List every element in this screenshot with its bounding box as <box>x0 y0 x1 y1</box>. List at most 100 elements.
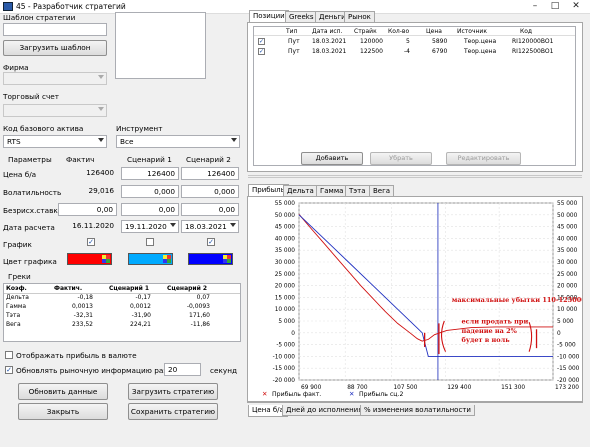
refresh-checkbox[interactable]: ✓ <box>5 366 13 374</box>
y-tick-label: 0 <box>291 331 295 337</box>
col-strike: Страйк <box>354 28 377 35</box>
params-header: Параметры <box>8 155 52 164</box>
table-row: Вега 233,52 224,21 -11,86 <box>4 320 240 329</box>
greeks-table: Коэф. Фактич. Сценарий 1 Сценарий 2 Дель… <box>3 283 241 342</box>
graph-s2-checkbox[interactable]: ✓ <box>207 238 215 246</box>
add-position-button[interactable]: Добавить <box>301 152 363 165</box>
cell-qty: -4 <box>404 48 410 55</box>
instrument-select[interactable]: Все <box>116 135 240 148</box>
maximize-button[interactable]: □ <box>546 0 564 13</box>
show-currency-checkbox[interactable] <box>5 351 13 359</box>
param-label-date: Дата расчета <box>3 223 55 232</box>
position-checkbox[interactable]: ✓ <box>258 48 265 55</box>
base-asset-select[interactable]: RTS <box>3 135 107 148</box>
tab-vol-change[interactable]: % изменения волатильности <box>360 405 475 416</box>
y-tick-label: 20 000 <box>275 284 296 290</box>
date-s1-picker[interactable]: 19.11.2020 <box>121 220 179 233</box>
base-asset-value: RTS <box>7 137 21 146</box>
color-fact-picker[interactable] <box>67 253 112 265</box>
y-tick-label: -20 000 <box>273 378 296 384</box>
table-row[interactable]: ✓ Пут 18.03.2021 122500 -4 6790 Теор.цен… <box>254 47 575 57</box>
tab-greeks[interactable]: Greeks <box>285 11 318 22</box>
cell-strike: 120000 <box>360 38 383 45</box>
chevron-down-icon <box>231 138 237 142</box>
template-label: Шаблон стратегии <box>3 13 76 22</box>
price-s2-input[interactable]: 126400 <box>181 167 239 180</box>
rate-s2-input[interactable]: 0,00 <box>181 203 239 216</box>
y-tick-label-right: -15 000 <box>557 366 580 372</box>
cell-code: RI122500BO1 <box>512 48 554 55</box>
table-row[interactable]: ✓ Пут 18.03.2021 120000 5 5890 Теор.цена… <box>254 37 575 47</box>
account-select[interactable] <box>3 104 107 117</box>
graph-label: График <box>3 240 32 249</box>
greek-s2: -0,0093 <box>186 303 210 310</box>
greek-name: Гамма <box>6 303 27 310</box>
palette-icon <box>223 255 231 263</box>
annotation-text: будет в ноль <box>462 336 511 344</box>
seconds-label: секунд <box>210 366 238 375</box>
firm-select[interactable] <box>3 72 107 85</box>
profit-chart: 55 000 50 000 45 000 40 000 35 000 30 000 25 0… <box>262 201 582 398</box>
tab-market[interactable]: Рынок <box>344 11 375 22</box>
remove-position-button[interactable]: Убрать <box>370 152 432 165</box>
splitter[interactable] <box>248 175 582 178</box>
table-row: Гамма 0,0013 0,0012 -0,0093 <box>4 302 240 311</box>
show-currency-label: Отображать прибыль в валюте <box>16 351 137 360</box>
price-s1-input[interactable]: 126400 <box>121 167 179 180</box>
y-tick-label: 5 000 <box>278 319 295 325</box>
param-label-rate: Безрисх.ставка <box>3 206 63 215</box>
vol-s2-input[interactable]: 0,000 <box>181 185 239 198</box>
save-strategy-button[interactable]: Сохранить стратегию <box>128 403 218 420</box>
legend-label: Прибыль сц.2 <box>359 390 403 398</box>
date-s1-value: 19.11.2020 <box>125 222 167 231</box>
load-strategy-button[interactable]: Загрузить стратегию <box>128 383 218 400</box>
cell-type: Пут <box>288 38 300 45</box>
greek-fact: -0,18 <box>77 294 93 302</box>
tab-vega[interactable]: Вега <box>369 185 395 196</box>
close-window-button[interactable]: ✕ <box>567 0 585 13</box>
tab-delta[interactable]: Дельта <box>283 185 318 196</box>
tab-positions[interactable]: Позиции <box>249 10 289 22</box>
edit-position-button[interactable]: Редактировать <box>446 152 521 165</box>
col-exp-date: Дата исп. <box>312 28 343 35</box>
y-tick-label-right: -5 000 <box>557 343 576 349</box>
col-price: Цена <box>426 28 442 35</box>
tab-days-to-expiry[interactable]: Дней до исполнения <box>282 405 367 416</box>
rate-s1-input[interactable]: 0,00 <box>121 203 179 216</box>
cell-price: 5890 <box>432 38 448 45</box>
bottom-tabs-divider <box>247 402 583 403</box>
y-tick-label: 50 000 <box>275 213 296 219</box>
cell-qty: 5 <box>406 38 410 45</box>
y-tick-label-right: -10 000 <box>557 354 580 360</box>
color-s2-picker[interactable] <box>188 253 233 265</box>
color-s1-picker[interactable] <box>128 253 173 265</box>
y-tick-label-right: -20 000 <box>557 378 580 384</box>
refresh-seconds-input[interactable]: 20 <box>164 363 201 376</box>
date-s2-picker[interactable]: 18.03.2021 <box>181 220 239 233</box>
table-row: Дельта -0,18 -0,17 0,07 <box>4 293 240 302</box>
greeks-label: Греки <box>8 272 31 281</box>
tab-gamma[interactable]: Гамма <box>316 185 348 196</box>
rate-fact-input[interactable]: 0,00 <box>58 203 117 216</box>
annotation-text: если продать при <box>462 317 529 325</box>
cell-strike: 122500 <box>360 48 383 55</box>
minimize-button[interactable]: – <box>526 0 544 13</box>
col-qty: Кол-во <box>388 28 410 35</box>
date-s2-value: 18.03.2021 <box>185 222 227 231</box>
graph-s1-checkbox[interactable] <box>146 238 154 246</box>
position-checkbox[interactable]: ✓ <box>258 38 265 45</box>
template-input[interactable] <box>3 23 107 36</box>
close-button[interactable]: Закрыть <box>18 403 108 420</box>
vol-s1-input[interactable]: 0,000 <box>121 185 179 198</box>
x-tick-label: 129 400 <box>447 385 471 391</box>
annotation-text: падение на 2% <box>462 327 518 335</box>
update-data-button[interactable]: Обновить данные <box>18 383 108 400</box>
tab-theta[interactable]: Тэта <box>345 185 370 196</box>
load-template-button[interactable]: Загрузить шаблон <box>3 40 107 56</box>
cell-code: RI120000BO1 <box>512 38 554 45</box>
y-tick-label-right: 30 000 <box>557 260 578 266</box>
x-tick-label: 151 300 <box>501 385 525 391</box>
instrument-label: Инструмент <box>116 124 163 133</box>
graph-fact-checkbox[interactable]: ✓ <box>87 238 95 246</box>
palette-icon <box>102 255 110 263</box>
